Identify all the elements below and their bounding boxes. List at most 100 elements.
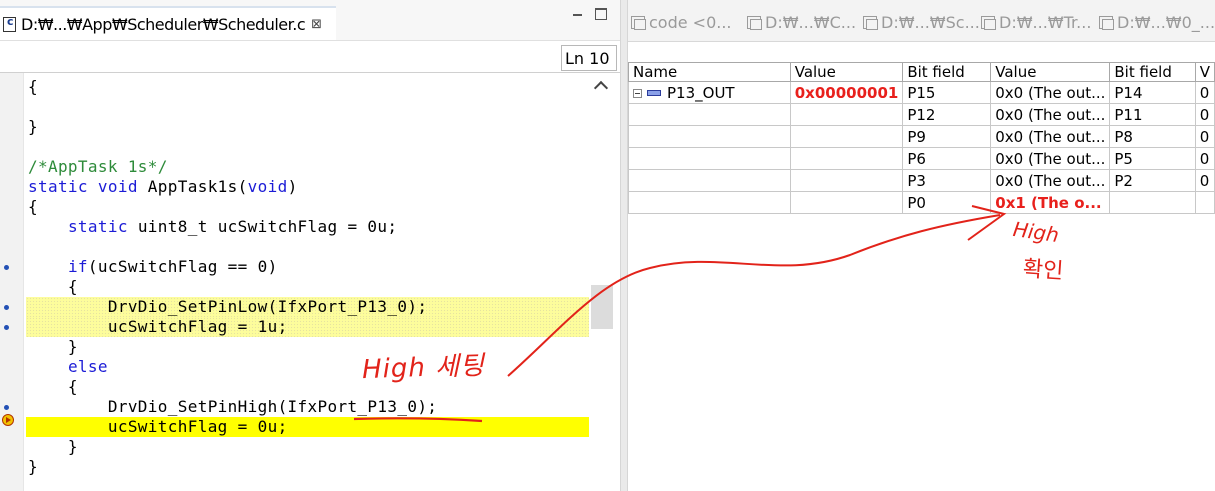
register-cell-v2[interactable]: 0 (1194, 169, 1215, 192)
code-line[interactable] (26, 137, 589, 157)
register-cell-text: 0 (1199, 127, 1210, 146)
code-line[interactable]: } (26, 457, 589, 477)
register-cell-text: P12 (907, 105, 936, 124)
breakpoint-marker-icon[interactable] (4, 405, 9, 410)
register-row[interactable]: P6 0x0 (The out... P5 0 (628, 147, 1215, 170)
register-cell-text: 0x1 (The o... (995, 193, 1102, 212)
register-row[interactable]: P0 0x1 (The o... (628, 191, 1215, 214)
register-cell-v2[interactable]: 0 (1194, 147, 1215, 170)
tab-code[interactable]: code <0... (630, 11, 732, 33)
editor-tab-scheduler-c[interactable]: D:₩...₩App₩Scheduler₩Scheduler.c ⊠ (0, 6, 336, 40)
code-line[interactable]: { (26, 277, 589, 297)
column-header-value[interactable]: Value (990, 62, 1111, 82)
register-cell-v2[interactable]: 0 (1194, 81, 1215, 104)
register-cell-value[interactable] (789, 191, 904, 214)
code-line[interactable] (26, 237, 589, 257)
register-cell-name (628, 103, 791, 126)
register-row[interactable]: P12 0x0 (The out... P11 0 (628, 103, 1215, 126)
register-cell-text: 0x0 (The out... (995, 127, 1106, 146)
breakpoint-marker-icon[interactable] (4, 265, 9, 270)
tab-label: D:₩...₩C... (765, 12, 857, 32)
register-cell-value[interactable] (789, 169, 904, 192)
code-line[interactable]: } (26, 117, 589, 137)
scrollbar-thumb[interactable] (591, 285, 613, 329)
code-token: } (28, 457, 38, 476)
register-cell-bf1: P15 (902, 81, 992, 104)
column-header-value[interactable]: Value (789, 62, 904, 82)
code-line[interactable]: ucSwitchFlag = 1u; (26, 317, 589, 337)
register-cell-text: 0x0 (The out... (995, 171, 1106, 190)
register-cell-name (628, 147, 791, 170)
register-cell-v1[interactable]: 0x1 (The o... (990, 191, 1111, 214)
register-row[interactable]: P3 0x0 (The out... P2 0 (628, 169, 1215, 192)
code-editor[interactable]: {} /*AppTask 1s*/static void AppTask1s(vo… (0, 72, 620, 491)
tab-c-file[interactable]: D:₩...₩C... (746, 11, 856, 33)
code-line[interactable]: else (26, 357, 589, 377)
register-cell-value[interactable]: 0x00000001 (789, 81, 904, 104)
tab-label: D:₩...₩Sc... (881, 12, 980, 32)
register-cell-value[interactable] (789, 103, 904, 126)
code-line[interactable]: DrvDio_SetPinLow(IfxPort_P13_0); (26, 297, 589, 317)
close-icon[interactable]: ⊠ (311, 17, 322, 32)
register-cell-text: P9 (907, 127, 926, 146)
column-header-bit-field[interactable]: Bit field (902, 62, 992, 82)
register-tab-bar: code <0... D:₩...₩C... D:₩...₩Sc... D:₩.… (628, 0, 1215, 42)
register-cell-v2[interactable]: 0 (1194, 125, 1215, 148)
code-token: DrvDio_SetPinLow(IfxPort_P13_0); (28, 297, 428, 316)
register-cell-v2[interactable] (1194, 191, 1215, 214)
breakpoint-marker-icon[interactable] (4, 305, 9, 310)
code-token: else (67, 357, 108, 376)
register-table: Name Value Bit field Value Bit field V P… (628, 62, 1215, 214)
register-cell-v1[interactable]: 0x0 (The out... (990, 125, 1111, 148)
breakpoint-marker-icon[interactable] (4, 325, 9, 330)
code-line[interactable]: /*AppTask 1s*/ (26, 157, 589, 177)
maximize-icon[interactable] (595, 8, 607, 20)
code-line[interactable]: DrvDio_SetPinHigh(IfxPort_P13_0); (26, 397, 589, 417)
register-cell-v1[interactable]: 0x0 (The out... (990, 103, 1111, 126)
register-cell-v1[interactable]: 0x0 (The out... (990, 81, 1111, 104)
editor-status-strip: Ln 10 (0, 40, 620, 72)
tab-sc-file[interactable]: D:₩...₩Sc... (862, 11, 980, 33)
vertical-scrollbar[interactable] (589, 73, 615, 491)
code-line[interactable]: static uint8_t ucSwitchFlag = 0u; (26, 217, 589, 237)
annotation-confirm: 확인 (1022, 256, 1065, 285)
register-cell-text: 0x00000001 (794, 83, 899, 102)
code-area[interactable]: {} /*AppTask 1s*/static void AppTask1s(vo… (26, 73, 589, 491)
pane-splitter[interactable] (620, 0, 628, 491)
column-header-bit-field[interactable]: Bit field (1109, 62, 1196, 82)
code-line[interactable] (26, 97, 589, 117)
register-cell-text: P13_OUT (667, 83, 735, 102)
scroll-up-icon[interactable] (593, 80, 609, 96)
register-cell-bf1: P3 (902, 169, 992, 192)
register-cell-bf1: P12 (902, 103, 992, 126)
code-line[interactable]: { (26, 197, 589, 217)
register-cell-name (628, 125, 791, 148)
register-row[interactable]: P9 0x0 (The out... P8 0 (628, 125, 1215, 148)
code-line[interactable]: { (26, 77, 589, 97)
code-line[interactable]: { (26, 377, 589, 397)
editor-gutter[interactable] (0, 73, 24, 491)
collapse-icon[interactable] (633, 88, 642, 98)
register-cell-value[interactable] (789, 147, 904, 170)
register-cell-v1[interactable]: 0x0 (The out... (990, 169, 1111, 192)
code-line[interactable]: ucSwitchFlag = 0u; (26, 417, 589, 437)
register-cell-bf2: P5 (1109, 147, 1196, 170)
view-icon (630, 14, 646, 30)
column-header-value[interactable]: V (1194, 62, 1215, 82)
column-header-name[interactable]: Name (628, 62, 791, 82)
tab-0-file[interactable]: D:₩...₩0_... (1098, 11, 1215, 33)
register-cell-v2[interactable]: 0 (1194, 103, 1215, 126)
register-row[interactable]: P13_OUT 0x00000001 P15 0x0 (The out... P14 0 (628, 81, 1215, 104)
code-line[interactable]: static void AppTask1s(void) (26, 177, 589, 197)
register-cell-text: P0 (907, 193, 926, 212)
minimize-icon[interactable] (572, 8, 584, 20)
code-line[interactable]: } (26, 437, 589, 457)
register-cell-v1[interactable]: 0x0 (The out... (990, 147, 1111, 170)
code-line[interactable]: if(ucSwitchFlag == 0) (26, 257, 589, 277)
code-line[interactable]: } (26, 337, 589, 357)
editor-tab-bar: D:₩...₩App₩Scheduler₩Scheduler.c ⊠ (0, 0, 620, 40)
tab-tr-file[interactable]: D:₩...₩Tr... (980, 11, 1091, 33)
register-cell-value[interactable] (789, 125, 904, 148)
register-cell-bf2: P11 (1109, 103, 1196, 126)
code-token: static void (28, 177, 138, 196)
